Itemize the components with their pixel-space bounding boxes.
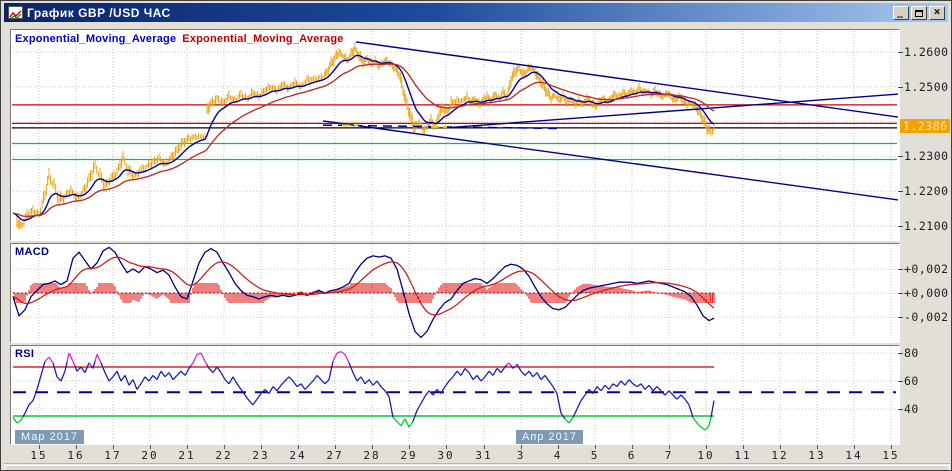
x-axis-label: 12 <box>771 449 789 462</box>
macd-axis-label: +0,000 <box>904 286 949 300</box>
price-panel: Exponential_Moving_Average Exponential_Mo… <box>10 29 900 241</box>
x-axis-label: 29 <box>400 449 418 462</box>
axis-tick <box>898 353 903 354</box>
x-axis-label: 11 <box>734 449 752 462</box>
x-axis-label: 27 <box>326 449 344 462</box>
x-axis-label: 15 <box>30 449 48 462</box>
ema-legend: Exponential_Moving_Average Exponential_Mo… <box>15 33 344 45</box>
chart-window: График GBP /USD ЧАС _ × Exponential_Movi… <box>0 0 952 471</box>
price-chart-plot[interactable] <box>11 30 899 240</box>
x-axis-label: 20 <box>141 449 159 462</box>
macd-chart-plot[interactable] <box>11 244 899 342</box>
rsi-chart-plot[interactable] <box>11 346 899 444</box>
title-bar[interactable]: График GBP /USD ЧАС _ × <box>4 3 948 22</box>
x-axis-label: 31 <box>475 449 493 462</box>
x-axis-label: 13 <box>808 449 826 462</box>
price-axis-label: 1.2200 <box>904 184 949 199</box>
rsi-panel-label: RSI <box>15 348 35 360</box>
x-axis-label: 17 <box>104 449 122 462</box>
macd-panel-label: MACD <box>15 246 50 258</box>
axis-tick <box>898 409 903 410</box>
maximize-button[interactable] <box>911 5 927 20</box>
h-scrollbar[interactable] <box>4 463 950 470</box>
x-axis-label: 23 <box>252 449 270 462</box>
x-axis-label: 16 <box>67 449 85 462</box>
x-axis-label: 24 <box>289 449 307 462</box>
month-badge: Апр 2017 <box>516 430 583 444</box>
x-axis-label: 30 <box>437 449 455 462</box>
close-button[interactable]: × <box>929 4 945 20</box>
price-axis-label: 1.2500 <box>904 79 949 94</box>
x-axis-label: 3 <box>516 449 526 462</box>
x-axis-strip: 15 16 17 20 21 22 23 24 27 28 29 30 31 3 4 5 6 7 10 11 12 13 1… <box>10 445 900 462</box>
price-axis-label: 1.2600 <box>904 45 949 59</box>
axis-tick <box>898 269 903 270</box>
month-badge: Мар 2017 <box>15 430 85 444</box>
axis-tick <box>898 156 903 158</box>
axis-tick <box>898 317 903 318</box>
x-axis-label: 14 <box>845 449 863 462</box>
x-axis-label: 7 <box>664 449 674 462</box>
minimize-button[interactable]: _ <box>893 5 909 20</box>
chart-icon <box>8 6 23 20</box>
x-axis-label: 6 <box>627 449 637 462</box>
x-axis-label: 28 <box>363 449 381 462</box>
legend-ema-fast: Exponential_Moving_Average <box>15 33 177 45</box>
x-axis-label: 10 <box>697 449 715 462</box>
x-axis-label: 4 <box>553 449 563 462</box>
x-axis-label: 21 <box>178 449 196 462</box>
axis-tick <box>898 86 903 88</box>
rsi-panel: RSI <box>10 345 900 445</box>
macd-axis-label: +0,002 <box>904 262 949 276</box>
x-axis-label: 15 <box>882 449 900 462</box>
legend-ema-slow: Exponential_Moving_Average <box>182 33 344 45</box>
rsi-axis-label: 60 <box>904 374 919 388</box>
scrollbar-thumb[interactable] <box>6 465 948 470</box>
axis-tick <box>898 52 903 53</box>
macd-axis-label: -0,002 <box>904 310 949 324</box>
macd-panel: MACD <box>10 243 900 343</box>
axis-tick <box>898 293 903 294</box>
current-price-badge: 1.2386 <box>900 119 950 134</box>
axis-tick <box>898 226 903 227</box>
x-axis-label: 5 <box>590 449 600 462</box>
price-axis-label: 1.2100 <box>904 219 949 233</box>
axis-tick <box>898 381 903 382</box>
rsi-axis-label: 80 <box>904 346 919 360</box>
x-axis-label: 22 <box>215 449 233 462</box>
rsi-axis-label: 40 <box>904 402 919 416</box>
price-axis-label: 1.2300 <box>904 149 949 164</box>
maximize-icon <box>915 9 923 17</box>
axis-tick <box>898 191 903 193</box>
window-title: График GBP /USD ЧАС <box>27 5 171 20</box>
close-icon: × <box>933 4 941 18</box>
